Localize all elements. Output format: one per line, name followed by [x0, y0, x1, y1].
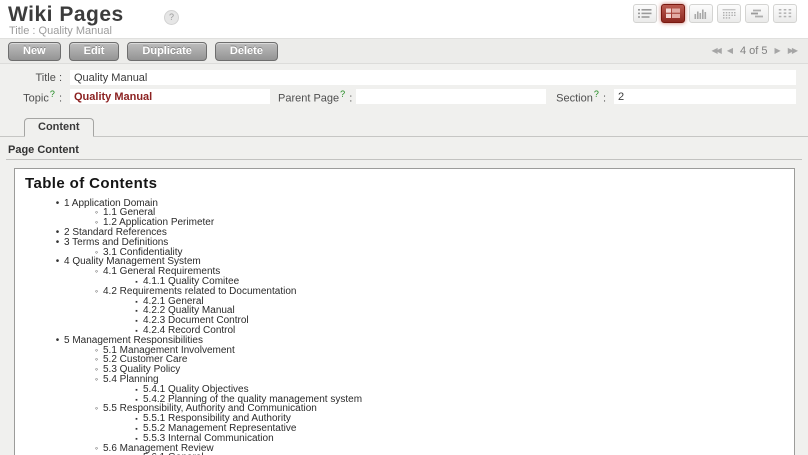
list-view-button[interactable]	[633, 4, 657, 23]
toc-item: ◦4.1 General Requirements	[23, 267, 786, 277]
wiki-content-area: Table of Contents •1 Application Domain◦…	[14, 168, 795, 455]
notebook-tabs: Content	[0, 111, 808, 137]
parent-page-field-label: Parent Page? :	[278, 89, 348, 105]
section-help-icon[interactable]: ?	[593, 89, 600, 99]
bullet-icon: ◦	[90, 444, 103, 454]
bullet-icon: •	[51, 238, 64, 248]
toc-item: ▪5.4.1 Quality Objectives	[23, 385, 786, 395]
separator-line	[6, 159, 802, 160]
toc-item: ▪4.2.1 General	[23, 297, 786, 307]
toc-item: ◦5.4 Planning	[23, 375, 786, 385]
page-content-label: Page Content	[6, 144, 802, 156]
bullet-icon: ◦	[90, 287, 103, 297]
topic-field[interactable]	[70, 89, 270, 104]
record-subtitle: Title : Quality Manual	[9, 25, 112, 37]
graph-view-button[interactable]	[689, 4, 713, 23]
delete-button[interactable]: Delete	[215, 42, 278, 61]
parent-page-help-icon[interactable]: ?	[339, 89, 346, 99]
parent-page-field[interactable]	[356, 89, 546, 104]
title-field[interactable]	[70, 70, 796, 85]
calendar-view-button[interactable]	[717, 4, 741, 23]
header: Wiki Pages ? Title : Quality Manual	[0, 0, 808, 39]
bullet-icon: ◦	[90, 375, 103, 385]
new-button[interactable]: New	[8, 42, 61, 61]
toc-item: ▪5.5.2 Management Representative	[23, 424, 786, 434]
topic-help-icon[interactable]: ?	[49, 89, 56, 99]
form-view: Title : Topic? : Parent Page? : Section?…	[0, 64, 808, 455]
toc-title: Table of Contents	[25, 175, 786, 192]
form-icon	[666, 8, 680, 19]
title-field-label: Title :	[0, 72, 62, 84]
first-page-icon[interactable]: ◀◀	[712, 47, 720, 55]
view-switcher	[633, 4, 797, 23]
toc-item: ▪5.5.1 Responsibility and Authority	[23, 414, 786, 424]
help-icon[interactable]: ?	[164, 10, 179, 25]
bullet-icon: ◦	[90, 404, 103, 414]
duplicate-button[interactable]: Duplicate	[127, 42, 207, 61]
toc-item: ▪4.2.2 Quality Manual	[23, 306, 786, 316]
bullet-icon: •	[51, 257, 64, 267]
section-field-label: Section? :	[554, 89, 606, 105]
toolbar: New Edit Duplicate Delete ◀◀ ◀ 4 of 5 ▶ …	[0, 39, 808, 64]
gantt-icon	[750, 8, 764, 19]
tab-content[interactable]: Content	[24, 118, 94, 137]
toc-item: ▪4.2.3 Document Control	[23, 316, 786, 326]
edit-button[interactable]: Edit	[69, 42, 120, 61]
diagram-view-button[interactable]	[773, 4, 797, 23]
toc-item: ◦4.2 Requirements related to Documentati…	[23, 287, 786, 297]
form-fields: Title : Topic? : Parent Page? : Section?…	[0, 64, 808, 111]
graph-icon	[694, 8, 708, 19]
form-view-button[interactable]	[661, 4, 685, 23]
bullet-icon: ◦	[90, 267, 103, 277]
page-title: Wiki Pages	[8, 3, 124, 27]
bullet-icon: •	[51, 199, 64, 209]
bullet-icon: •	[51, 336, 64, 346]
last-page-icon[interactable]: ▶▶	[788, 47, 796, 55]
next-page-icon[interactable]: ▶	[775, 47, 781, 55]
gantt-view-button[interactable]	[745, 4, 769, 23]
pager-label: 4 of 5	[740, 45, 768, 57]
topic-field-label: Topic? :	[0, 89, 62, 105]
section-field[interactable]	[614, 89, 796, 104]
toc-item: ◦5.6 Management Review	[23, 444, 786, 454]
wiki-pages-window: Wiki Pages ? Title : Quality Manual	[0, 0, 808, 455]
list-icon	[638, 8, 652, 19]
previous-page-icon[interactable]: ◀	[727, 47, 733, 55]
page-content-separator: Page Content	[0, 137, 808, 160]
pager: ◀◀ ◀ 4 of 5 ▶ ▶▶	[712, 45, 796, 57]
toc-list: •1 Application Domain◦1.1 General◦1.2 Ap…	[23, 199, 786, 455]
toc-item: ◦5.5 Responsibility, Authority and Commu…	[23, 404, 786, 414]
record-actions: New Edit Duplicate Delete	[8, 42, 278, 61]
calendar-icon	[722, 8, 736, 19]
diagram-icon	[778, 8, 792, 19]
